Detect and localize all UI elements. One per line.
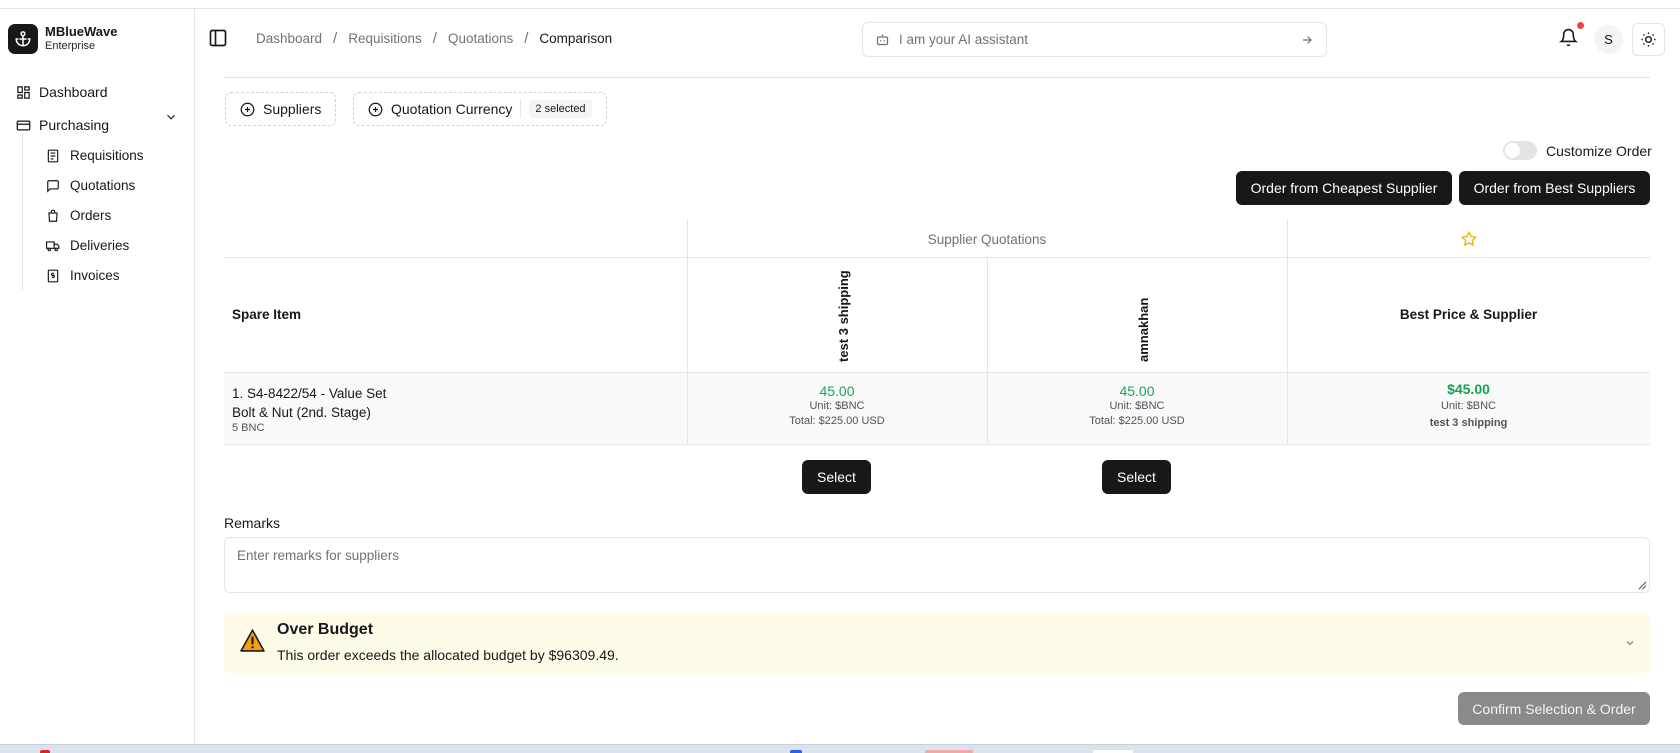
brand-subtitle: Enterprise: [45, 40, 96, 52]
arrow-right-icon[interactable]: [1300, 33, 1314, 47]
brand-name: MBlueWave: [45, 24, 118, 39]
order-best-button[interactable]: Order from Best Suppliers: [1459, 171, 1650, 205]
currency-filter-label: Quotation Currency: [391, 101, 513, 117]
plus-circle-icon: [368, 102, 383, 116]
spare-item-quantity: 5 BNC: [232, 422, 265, 434]
remarks-field[interactable]: [224, 537, 1650, 593]
currency-filter-button[interactable]: Quotation Currency 2 selected: [353, 92, 607, 126]
card-icon: [16, 120, 31, 130]
theme-toggle-button[interactable]: [1632, 23, 1665, 56]
spare-item-header: Spare Item: [232, 307, 302, 322]
customize-order-toggle[interactable]: Customize Order: [1503, 141, 1652, 160]
sidebar-item-label: Purchasing: [39, 117, 110, 133]
column-divider: [987, 258, 988, 445]
sidebar-item-requisitions[interactable]: Requisitions: [46, 148, 144, 163]
quote-cell: 45.00 Unit: $BNC Total: $225.00 USD: [987, 383, 1287, 429]
select-supplier-button[interactable]: Select: [802, 460, 871, 494]
quote-total: Total: $225.00 USD: [789, 415, 885, 427]
best-price-cell: $45.00 Unit: $BNC test 3 shipping: [1287, 381, 1650, 429]
quote-total: Total: $225.00 USD: [1089, 415, 1185, 427]
header-divider: [224, 77, 1650, 78]
customize-order-label: Customize Order: [1546, 142, 1652, 159]
quote-price: 45.00: [819, 383, 855, 399]
warning-icon: [240, 629, 265, 652]
supplier-quotations-header: Supplier Quotations: [927, 231, 1047, 247]
suppliers-filter-label: Suppliers: [263, 101, 322, 117]
confirm-order-button[interactable]: Confirm Selection & Order: [1458, 692, 1650, 725]
ai-assistant-input[interactable]: I am your AI assistant: [862, 22, 1327, 57]
sidebar-item-deliveries[interactable]: Deliveries: [46, 238, 129, 253]
over-budget-alert[interactable]: Over Budget This order exceeds the alloc…: [224, 613, 1650, 673]
select-supplier-button[interactable]: Select: [1102, 460, 1171, 494]
supplier-column-header: amnakhan: [1136, 297, 1151, 362]
sidebar-toggle-icon[interactable]: [208, 28, 228, 48]
sidebar-item-label: Deliveries: [70, 238, 130, 253]
quote-cell: 45.00 Unit: $BNC Total: $225.00 USD: [687, 383, 987, 429]
notification-dot: [1577, 22, 1584, 29]
best-price-unit: Unit: $BNC: [1440, 400, 1497, 412]
breadcrumb-quotations[interactable]: Quotations: [448, 31, 513, 46]
order-cheapest-button[interactable]: Order from Cheapest Supplier: [1236, 171, 1452, 205]
sidebar-item-dashboard[interactable]: Dashboard: [16, 84, 108, 100]
sidebar-item-purchasing[interactable]: Purchasing: [16, 117, 109, 133]
sidebar-item-label: Requisitions: [70, 148, 144, 163]
message-icon: [47, 179, 59, 193]
breadcrumb-requisitions[interactable]: Requisitions: [348, 31, 422, 46]
breadcrumb-separator: /: [432, 30, 437, 47]
spare-item-name: 1. S4-8422/54 - Value Set Bolt & Nut (2n…: [232, 384, 386, 422]
best-price-value: $45.00: [1447, 381, 1490, 397]
sidebar-item-label: Orders: [70, 208, 112, 223]
star-icon: [1461, 231, 1477, 247]
quote-price: 45.00: [1119, 383, 1155, 399]
sidebar-item-quotations[interactable]: Quotations: [46, 178, 135, 193]
remarks-label: Remarks: [224, 515, 281, 531]
alert-message: This order exceeds the allocated budget …: [277, 647, 619, 663]
customize-switch[interactable]: [1503, 141, 1537, 160]
quote-unit: Unit: $BNC: [809, 400, 865, 412]
quote-unit: Unit: $BNC: [1109, 400, 1165, 412]
filter-divider: [520, 100, 522, 118]
sidebar-subnav-line: [22, 133, 23, 290]
top-strip: [0, 0, 1680, 9]
sun-icon: [1641, 32, 1656, 47]
breadcrumb-separator: /: [524, 30, 529, 47]
currency-selected-badge: 2 selected: [529, 100, 592, 118]
plus-circle-icon: [240, 102, 255, 116]
breadcrumb-separator: /: [333, 30, 338, 47]
sidebar-item-invoices[interactable]: Invoices: [46, 268, 120, 283]
best-price-header: Best Price & Supplier: [1399, 307, 1538, 322]
dashboard-icon: [17, 85, 30, 99]
breadcrumb: Dashboard / Requisitions / Quotations / …: [256, 30, 612, 47]
chevron-down-icon[interactable]: [164, 110, 178, 124]
invoice-icon: [47, 269, 59, 282]
spare-item-name-line2: Bolt & Nut (2nd. Stage): [232, 405, 371, 420]
column-divider: [687, 220, 688, 445]
suppliers-filter-button[interactable]: Suppliers: [225, 92, 337, 126]
column-divider: [1287, 220, 1288, 445]
anchor-icon: [8, 24, 38, 54]
truck-icon: [46, 240, 60, 251]
bag-icon: [48, 209, 58, 222]
breadcrumb-dashboard[interactable]: Dashboard: [256, 31, 322, 46]
breadcrumb-comparison: Comparison: [539, 31, 613, 46]
spare-item-name-line1: 1. S4-8422/54 - Value Set: [232, 386, 387, 401]
bell-icon[interactable]: [1559, 28, 1578, 47]
alert-title: Over Budget: [277, 621, 374, 638]
sidebar-item-orders[interactable]: Orders: [46, 208, 111, 223]
ai-assistant-placeholder: I am your AI assistant: [899, 32, 1029, 47]
chevron-down-icon[interactable]: [1624, 637, 1636, 649]
brand[interactable]: MBlueWave Enterprise: [8, 24, 117, 54]
supplier-column-header: test 3 shipping: [836, 270, 851, 362]
resize-handle-icon[interactable]: [1638, 581, 1647, 590]
receipt-icon: [47, 149, 59, 162]
sidebar-item-label: Dashboard: [39, 84, 108, 100]
table-row: 1. S4-8422/54 - Value Set Bolt & Nut (2n…: [224, 373, 1650, 445]
bot-icon: [876, 34, 889, 46]
avatar[interactable]: S: [1594, 25, 1623, 54]
taskbar-strip: [0, 744, 1680, 753]
best-price-supplier: test 3 shipping: [1429, 417, 1508, 429]
sidebar-item-label: Quotations: [70, 178, 136, 193]
sidebar-item-label: Invoices: [70, 268, 120, 283]
